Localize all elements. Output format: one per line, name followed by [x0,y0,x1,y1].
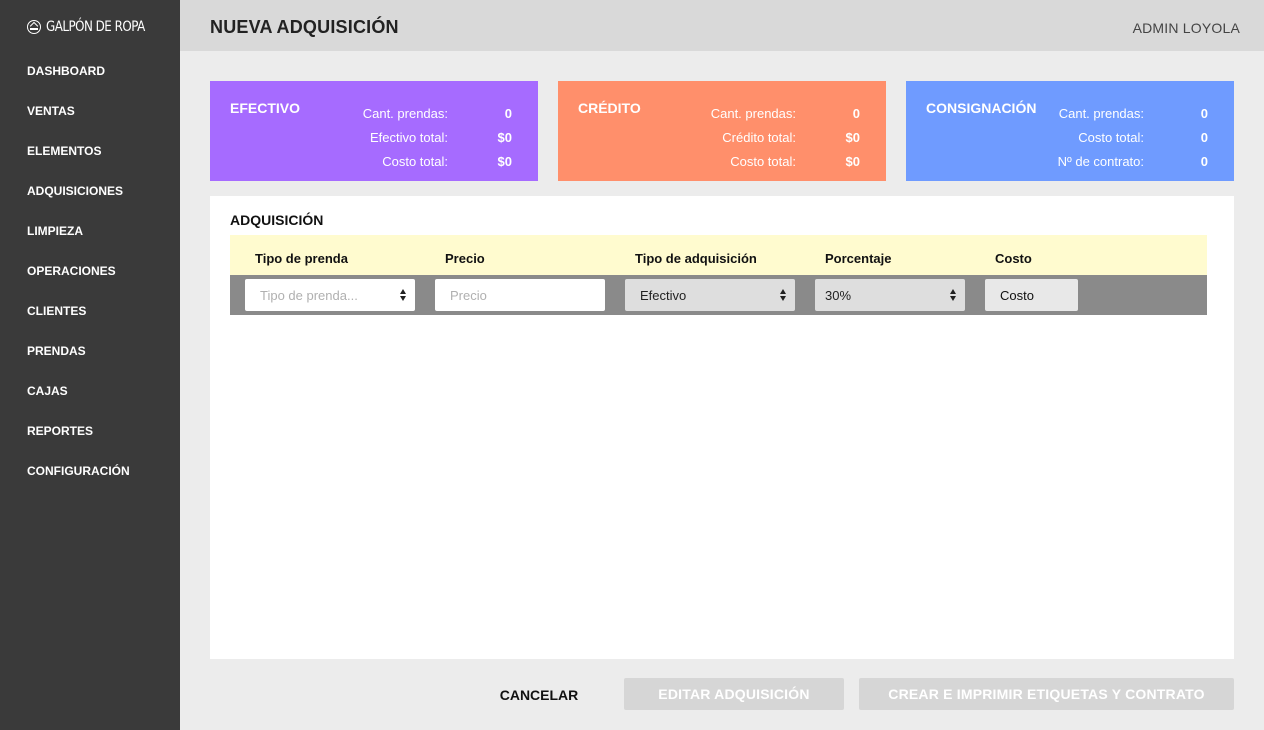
card-row: Efectivo total: $0 [370,129,512,145]
sidebar-item-ventas[interactable]: VENTAS [27,102,130,142]
card-value: $0 [845,153,860,169]
card-title: EFECTIVO [230,100,301,116]
porcentaje-select[interactable]: 30% [815,279,965,311]
sidebar-item-configuracion[interactable]: CONFIGURACIÓN [27,462,130,502]
card-value: $0 [845,129,860,145]
sidebar-item-adquisiciones[interactable]: ADQUISICIONES [27,182,130,222]
card-row: Cant. prendas: 0 [363,105,512,121]
tipo-prenda-select[interactable]: Tipo de prenda... [245,279,415,311]
brand-name: GALPÓN DE ROPA [46,19,145,35]
card-row: Costo total: $0 [382,153,512,169]
card-label: Cant. prendas: [1058,105,1144,121]
porcentaje-value: 30% [825,287,852,303]
page-title: NUEVA ADQUISICIÓN [210,17,399,37]
card-row: Crédito total: $0 [722,129,860,145]
precio-input[interactable]: Precio [435,279,605,311]
precio-placeholder: Precio [450,287,487,303]
sidebar-item-elementos[interactable]: ELEMENTOS [27,142,130,182]
create-print-button[interactable]: CREAR E IMPRIMIR ETIQUETAS Y CONTRATO [859,678,1234,710]
card-label: Nº de contrato: [1057,153,1144,169]
sidebar: GALPÓN DE ROPA DASHBOARD VENTAS ELEMENTO… [0,0,180,730]
card-label: Cant. prendas: [362,105,448,121]
costo-field: Costo [985,279,1078,311]
card-value: $0 [497,153,512,169]
card-label: Efectivo total: [369,129,448,145]
consignacion-summary-card: CONSIGNACIÓN Cant. prendas: 0 Costo tota… [906,81,1234,181]
brand-logo[interactable]: GALPÓN DE ROPA [27,17,162,37]
card-value: $0 [497,129,512,145]
card-value: 0 [1200,129,1208,145]
tipo-adquisicion-value: Efectivo [640,287,687,303]
column-header-porcentaje: Porcentaje [825,251,892,266]
column-header-tipo-adquisicion: Tipo de adquisición [635,251,757,266]
card-label: Crédito total: [722,129,796,145]
hanger-icon [27,20,41,34]
edit-acquisition-button[interactable]: EDITAR ADQUISICIÓN [624,678,844,710]
panel-title: ADQUISICIÓN [230,212,324,228]
select-arrows-icon [780,289,787,301]
column-header-precio: Precio [445,251,485,266]
top-bar: NUEVA ADQUISICIÓN ADMIN LOYOLA [180,0,1264,51]
sidebar-item-dashboard[interactable]: DASHBOARD [27,62,130,102]
card-title: CRÉDITO [578,100,641,116]
tipo-prenda-placeholder: Tipo de prenda... [260,287,358,303]
card-value: 0 [852,105,860,121]
card-row: Nº de contrato: 0 [1058,153,1208,169]
card-label: Costo total: [730,153,796,169]
sidebar-item-operaciones[interactable]: OPERACIONES [27,262,130,302]
card-label: Costo total: [1078,129,1144,145]
column-header-tipo-prenda: Tipo de prenda [255,251,348,266]
cancel-button[interactable]: CANCELAR [492,680,586,710]
card-value: 0 [1200,153,1208,169]
tipo-adquisicion-select[interactable]: Efectivo [625,279,795,311]
card-row: Cant. prendas: 0 [711,105,860,121]
sidebar-nav: DASHBOARD VENTAS ELEMENTOS ADQUISICIONES… [27,62,130,502]
select-arrows-icon [400,289,407,301]
card-value: 0 [504,105,512,121]
card-label: Costo total: [382,153,448,169]
efectivo-summary-card: EFECTIVO Cant. prendas: 0 Efectivo total… [210,81,538,181]
sidebar-item-reportes[interactable]: REPORTES [27,422,130,462]
sidebar-item-cajas[interactable]: CAJAS [27,382,130,422]
credito-summary-card: CRÉDITO Cant. prendas: 0 Crédito total: … [558,81,886,181]
table-row: Tipo de prenda... Precio Efectivo 30% Co… [230,275,1207,315]
card-title: CONSIGNACIÓN [926,100,1037,116]
card-label: Cant. prendas: [710,105,796,121]
table-header: Tipo de prenda Precio Tipo de adquisició… [230,235,1207,275]
user-menu[interactable]: ADMIN LOYOLA [1133,20,1240,36]
sidebar-item-limpieza[interactable]: LIMPIEZA [27,222,130,262]
card-row: Costo total: 0 [1078,129,1208,145]
card-row: Cant. prendas: 0 [1059,105,1208,121]
select-arrows-icon [950,289,957,301]
costo-value: Costo [1000,287,1034,303]
card-row: Costo total: $0 [730,153,860,169]
sidebar-item-clientes[interactable]: CLIENTES [27,302,130,342]
sidebar-item-prendas[interactable]: PRENDAS [27,342,130,382]
acquisition-panel: ADQUISICIÓN Tipo de prenda Precio Tipo d… [210,196,1234,659]
card-value: 0 [1200,105,1208,121]
column-header-costo: Costo [995,251,1032,266]
